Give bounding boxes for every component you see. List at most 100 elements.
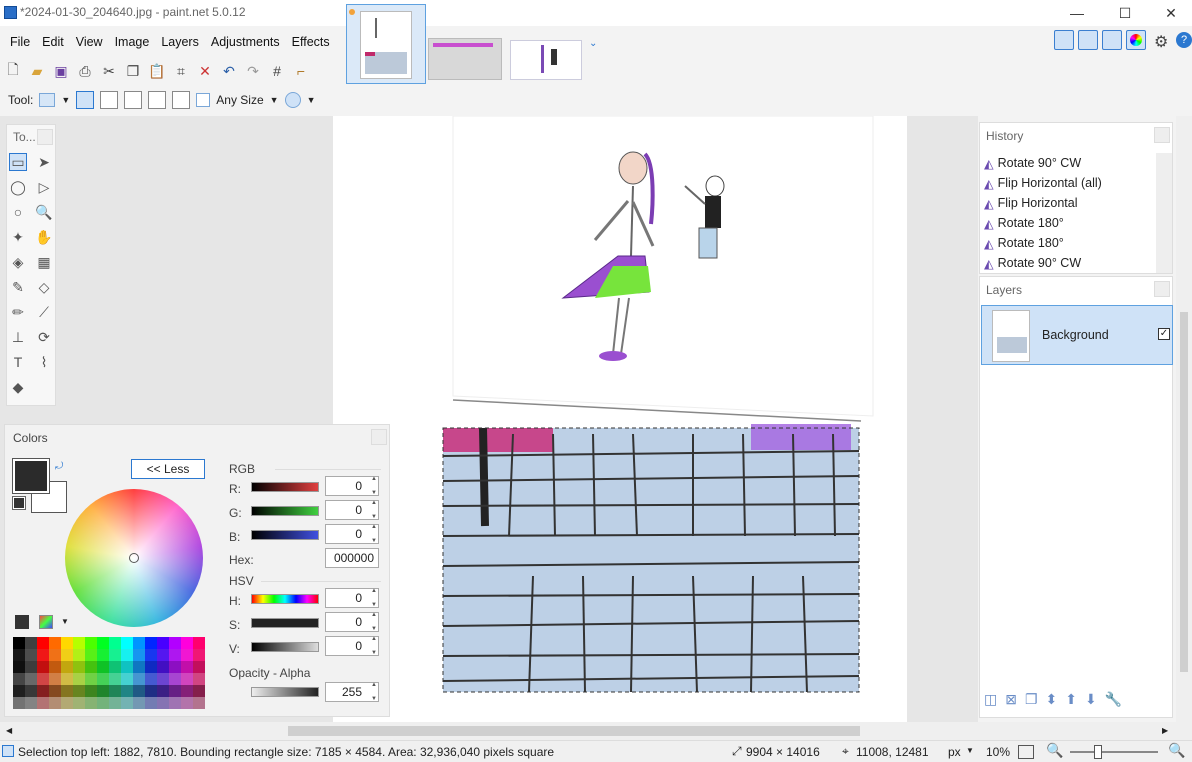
menu-view[interactable]: View [70, 28, 109, 56]
open-folder-icon[interactable]: ▰ [28, 62, 46, 80]
horizontal-scroll-thumb[interactable] [288, 726, 860, 736]
zoom-tool-icon[interactable]: 🔍 [35, 203, 53, 221]
palette-swatch[interactable] [109, 673, 121, 685]
palette-swatch[interactable] [73, 673, 85, 685]
palette-swatch[interactable] [37, 673, 49, 685]
palette-swatch[interactable] [121, 673, 133, 685]
history-item[interactable]: ◭ Flip Horizontal [980, 193, 1156, 213]
palette-swatch[interactable] [193, 673, 205, 685]
palette-swatch[interactable] [145, 649, 157, 661]
palette-swatch[interactable] [37, 685, 49, 697]
palette-swatch[interactable] [181, 661, 193, 673]
palette-swatch[interactable] [13, 649, 25, 661]
history-scrollbar[interactable] [1156, 153, 1172, 273]
palette-swatch[interactable] [37, 661, 49, 673]
menu-file[interactable]: File [4, 28, 36, 56]
menu-edit[interactable]: Edit [36, 28, 70, 56]
help-icon[interactable]: ? [1176, 32, 1192, 48]
palette-swatch[interactable] [133, 697, 145, 709]
palette-swatch[interactable] [25, 661, 37, 673]
palette-swatch[interactable] [61, 661, 73, 673]
history-item[interactable]: ◭ Rotate 180° [980, 233, 1156, 253]
palette-swatch[interactable] [133, 673, 145, 685]
selection-replace-mode[interactable] [76, 91, 95, 109]
vertical-scrollbar[interactable] [1176, 116, 1192, 722]
palette-swatch[interactable] [145, 661, 157, 673]
history-item[interactable]: ◭ Flip Horizontal (all) [980, 173, 1156, 193]
color-picker-tool-icon[interactable]: ⟋ [35, 303, 53, 321]
palette-swatch[interactable] [121, 637, 133, 649]
selection-union-mode[interactable] [100, 91, 119, 109]
layers-panel-close-icon[interactable] [1154, 281, 1170, 297]
units-select[interactable]: px [948, 745, 961, 759]
red-slider[interactable] [251, 482, 319, 492]
palette-swatch[interactable] [25, 649, 37, 661]
palette-swatch[interactable] [109, 685, 121, 697]
palette-swatch[interactable] [181, 649, 193, 661]
palette-swatch[interactable] [61, 649, 73, 661]
palette-swatch[interactable] [49, 673, 61, 685]
duplicate-layer-icon[interactable]: ❐ [1025, 691, 1038, 708]
layers-toggle-icon[interactable] [1102, 30, 1122, 50]
palette-swatch[interactable] [181, 697, 193, 709]
palette-swatch[interactable] [121, 661, 133, 673]
palette-swatch[interactable] [193, 649, 205, 661]
palette-swatch[interactable] [145, 685, 157, 697]
ruler-icon[interactable]: ⌐ [292, 62, 310, 80]
cut-icon[interactable]: ✂ [100, 62, 118, 80]
palette-swatch[interactable] [109, 661, 121, 673]
zoom-out-icon[interactable]: 🔍 [1046, 742, 1063, 759]
print-icon[interactable]: ⎙ [76, 62, 94, 80]
palette-swatch[interactable] [157, 697, 169, 709]
palette-swatch[interactable] [169, 661, 181, 673]
undo-icon[interactable]: ↶ [220, 62, 238, 80]
scroll-right-icon[interactable]: ▶ [1162, 726, 1168, 735]
palette-swatch[interactable] [13, 685, 25, 697]
layer-visibility-checkbox[interactable]: ✓ [1158, 328, 1170, 340]
deselect-icon[interactable]: ✕ [196, 62, 214, 80]
palette-swatch[interactable] [157, 685, 169, 697]
shapes-tool-icon[interactable]: ◆ [9, 378, 27, 396]
palette-swatch[interactable] [73, 685, 85, 697]
palette-swatch[interactable] [25, 637, 37, 649]
save-icon[interactable]: ▣ [52, 62, 70, 80]
palette-swatch[interactable] [133, 649, 145, 661]
tools-toggle-icon[interactable] [1054, 30, 1074, 50]
gradient-tool-icon[interactable]: ▦ [35, 253, 53, 271]
palette-swatch[interactable] [85, 697, 97, 709]
grid-icon[interactable]: # [268, 62, 286, 80]
image-tab-3[interactable] [510, 40, 582, 80]
history-toggle-icon[interactable] [1078, 30, 1098, 50]
line-curve-tool-icon[interactable]: ⌇ [35, 353, 53, 371]
palette-swatch[interactable] [61, 697, 73, 709]
settings-gear-icon[interactable]: ⚙ [1154, 32, 1168, 52]
redo-icon[interactable]: ↷ [244, 62, 262, 80]
palette-swatch[interactable] [13, 673, 25, 685]
palette-swatch[interactable] [61, 685, 73, 697]
palette-swatch[interactable] [73, 637, 85, 649]
hue-slider[interactable] [251, 594, 319, 604]
close-button[interactable]: ✕ [1148, 0, 1192, 26]
lasso-select-tool-icon[interactable]: ◯ [9, 178, 27, 196]
palette-swatch[interactable] [133, 637, 145, 649]
copy-icon[interactable]: ❐ [124, 62, 142, 80]
move-selection-tool-icon[interactable]: ▷ [35, 178, 53, 196]
zoom-level[interactable]: 10% [986, 745, 1010, 759]
palette-swatch[interactable] [13, 661, 25, 673]
antialias-icon[interactable] [284, 92, 301, 108]
palette-swatch[interactable] [97, 637, 109, 649]
tabs-dropdown-icon[interactable]: ⌄ [589, 38, 597, 49]
palette-swatch[interactable] [49, 637, 61, 649]
palette-dropdown-icon[interactable]: ▼ [61, 617, 69, 626]
palette-swatch[interactable] [169, 673, 181, 685]
menu-effects[interactable]: Effects [286, 28, 336, 56]
paste-icon[interactable]: 📋 [148, 62, 166, 80]
palette-swatch[interactable] [73, 697, 85, 709]
value-slider[interactable] [251, 642, 319, 652]
palette-swatch[interactable] [37, 649, 49, 661]
minimize-button[interactable]: — [1054, 0, 1100, 26]
saturation-slider[interactable] [251, 618, 319, 628]
menu-layers[interactable]: Layers [155, 28, 205, 56]
image-tab-1[interactable] [346, 4, 426, 84]
palette-swatch[interactable] [109, 697, 121, 709]
